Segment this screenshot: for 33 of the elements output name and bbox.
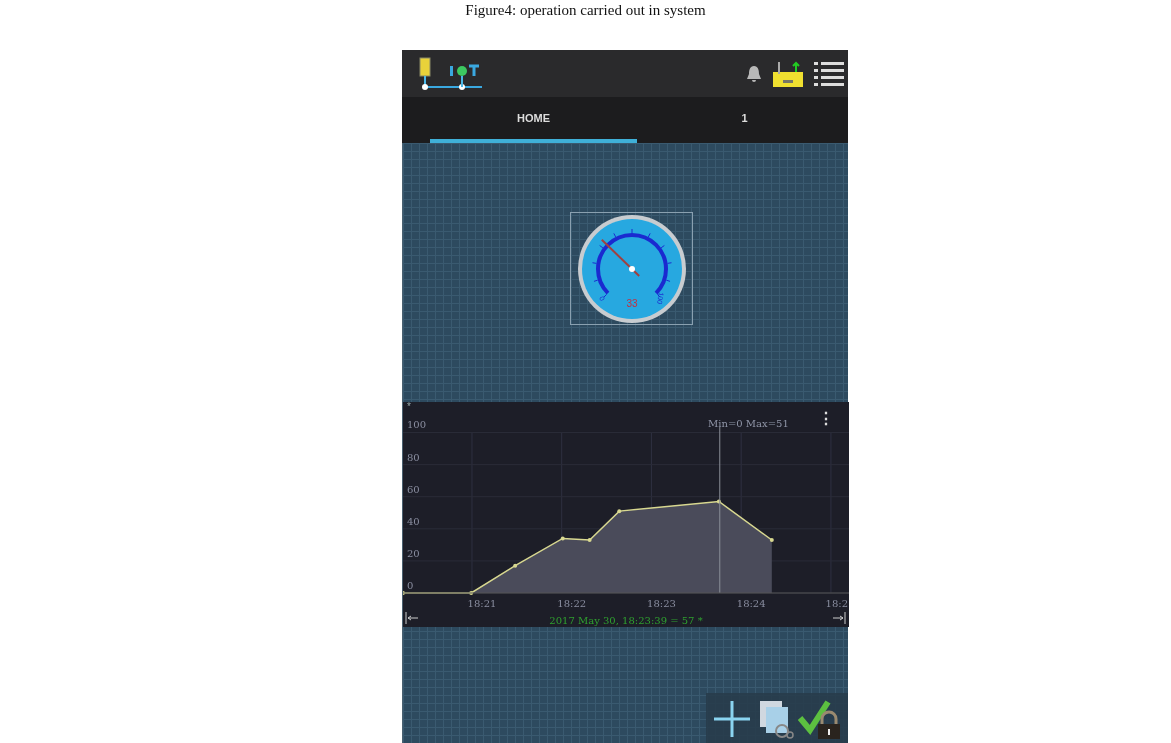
x-tick-label: 18:21 <box>467 598 497 609</box>
check-lock-icon[interactable] <box>798 698 842 740</box>
data-point <box>560 536 565 541</box>
scroll-left-icon[interactable] <box>405 611 419 625</box>
gauge-value: 33 <box>625 297 638 309</box>
cursor-readout: 2017 May 30, 18:23:39 = 57 * <box>549 615 703 626</box>
figure-caption: Figure4: operation carried out in system <box>464 1 707 20</box>
y-tick-label: 60 <box>407 483 420 495</box>
x-tick-label: 18:24 <box>736 598 766 609</box>
pages-gear-icon[interactable] <box>758 699 794 739</box>
more-options-button[interactable]: ⋮ <box>818 410 834 427</box>
tab[interactable]: 1 <box>641 97 848 143</box>
menu-icon[interactable] <box>814 60 844 87</box>
min-max-readout: Min=0 Max=51 <box>708 418 789 429</box>
bell-icon[interactable] <box>746 64 762 83</box>
data-point <box>769 538 774 543</box>
y-tick-label: 20 <box>407 547 420 559</box>
data-point <box>617 509 622 514</box>
data-point <box>587 538 592 543</box>
x-tick-label: 18:2 <box>825 598 848 609</box>
x-tick-label: 18:23 <box>647 598 676 609</box>
data-point <box>469 591 474 595</box>
data-point <box>513 563 518 568</box>
y-tick-label: 0 <box>407 580 414 591</box>
y-tick-label: 100 <box>407 419 427 431</box>
y-axis-label: * <box>407 402 411 412</box>
x-tick-label: 18:22 <box>557 598 587 609</box>
gauge-needle <box>600 238 640 277</box>
scroll-right-icon[interactable] <box>832 611 846 625</box>
y-tick-label: 40 <box>407 515 420 527</box>
y-tick-label: 80 <box>407 451 420 463</box>
data-point <box>716 499 721 504</box>
device-icon[interactable] <box>772 59 804 88</box>
